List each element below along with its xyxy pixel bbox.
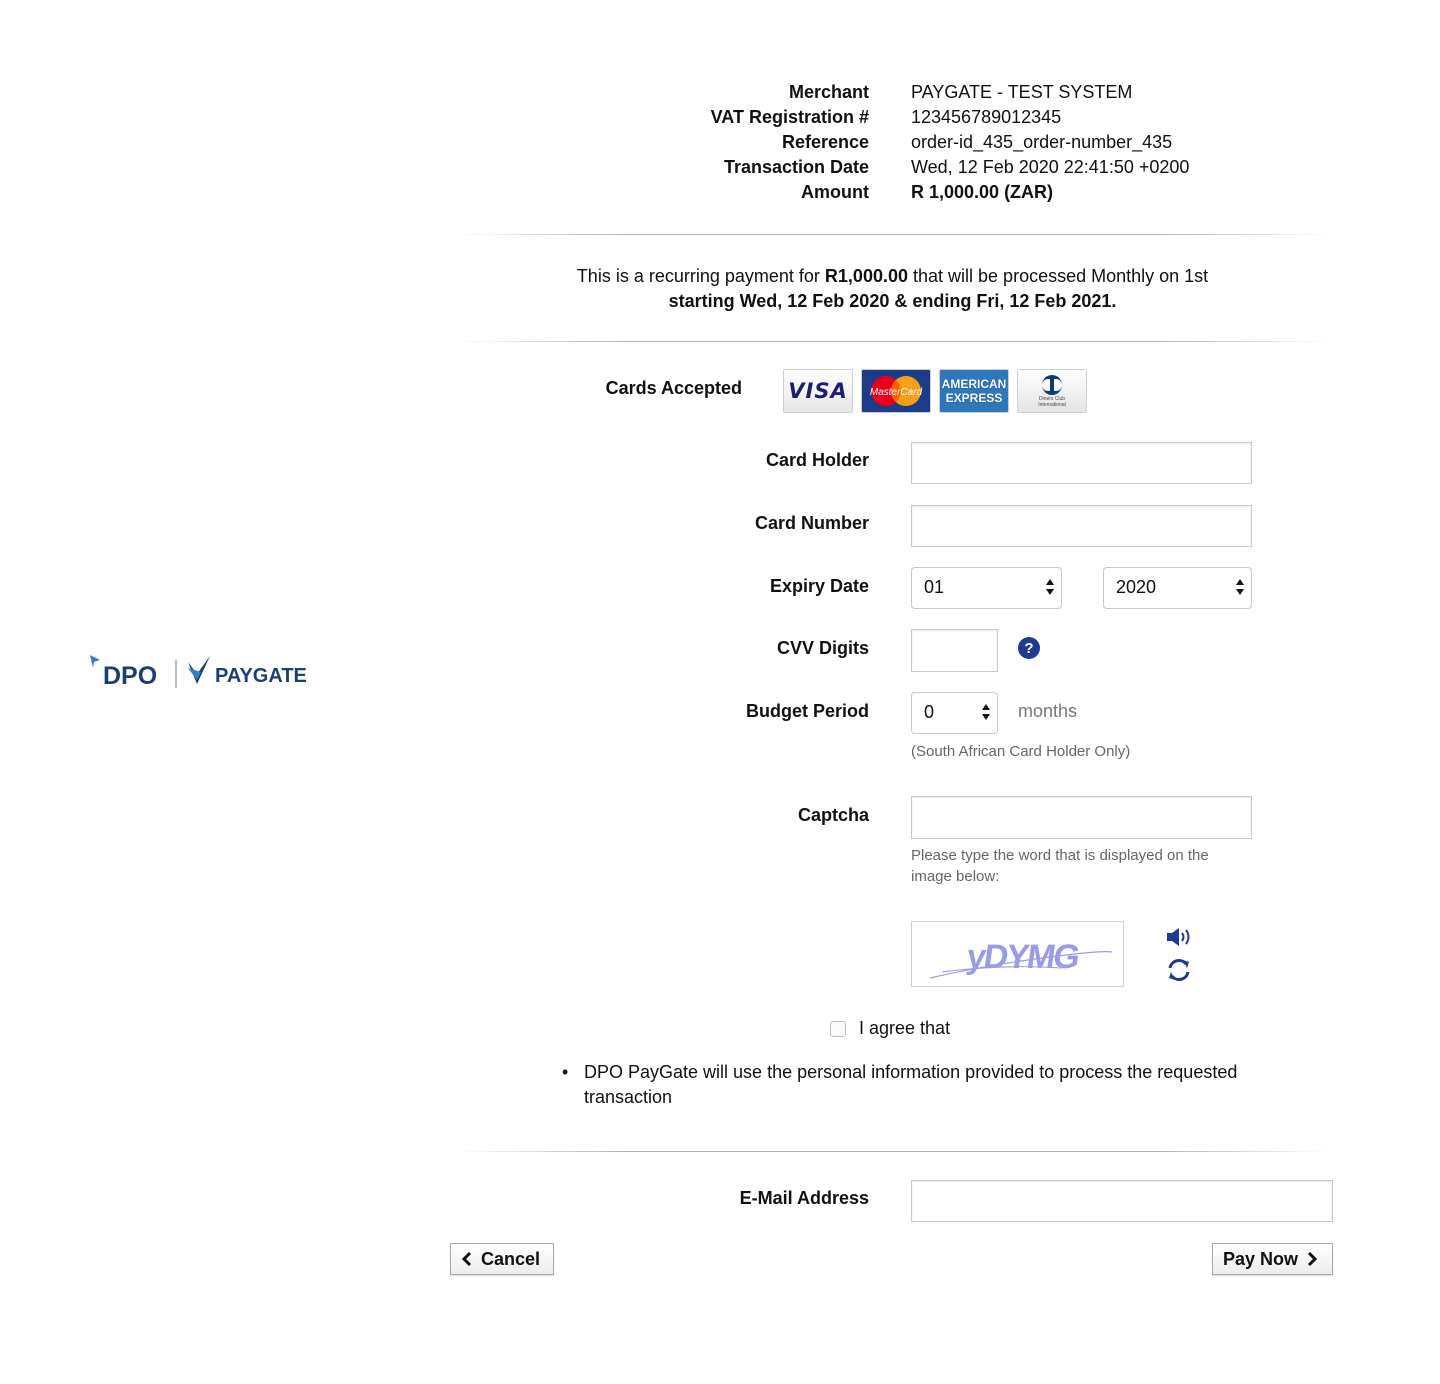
budget-unit: months bbox=[1018, 701, 1078, 721]
merchant-label: Merchant bbox=[788, 82, 869, 102]
captcha-text: yDYMG bbox=[964, 938, 1081, 976]
card-holder-input[interactable] bbox=[911, 442, 1252, 484]
select-arrows-icon bbox=[982, 704, 990, 720]
visa-card-text: VISA bbox=[788, 379, 848, 403]
budget-period-select[interactable]: 0 bbox=[911, 692, 998, 734]
captcha-input[interactable] bbox=[911, 796, 1252, 839]
pay-now-button[interactable]: Pay Now bbox=[1212, 1243, 1333, 1275]
pay-now-button-label: Pay Now bbox=[1223, 1248, 1299, 1269]
amex-line2: EXPRESS bbox=[945, 391, 1003, 405]
reference-label: Reference bbox=[781, 132, 869, 152]
budget-period-value: 0 bbox=[924, 702, 935, 722]
cancel-button[interactable]: Cancel bbox=[450, 1243, 554, 1275]
recurring-amount: R1,000.00 bbox=[824, 266, 908, 286]
amount-value: R 1,000.00 (ZAR) bbox=[911, 182, 1054, 202]
divider bbox=[455, 1151, 1330, 1152]
vat-label: VAT Registration # bbox=[710, 107, 869, 127]
card-holder-label: Card Holder bbox=[765, 450, 869, 470]
consent-list: • DPO PayGate will use the personal info… bbox=[562, 1060, 1262, 1110]
expiry-year-value: 2020 bbox=[1116, 577, 1157, 597]
budget-period-label: Budget Period bbox=[745, 701, 869, 721]
dpo-paygate-logo-icon: DPO PAYGATE bbox=[90, 655, 307, 690]
recurring-middle: that will be processed Monthly on 1st bbox=[913, 266, 1209, 286]
transaction-date-label: Transaction Date bbox=[723, 157, 869, 177]
logo-brand-left: DPO bbox=[103, 662, 157, 690]
chevron-left-icon bbox=[461, 1251, 472, 1267]
chevron-right-icon bbox=[1307, 1251, 1318, 1267]
recurring-prefix: This is a recurring payment for bbox=[576, 266, 820, 286]
divider bbox=[455, 341, 1330, 342]
transaction-date-value: Wed, 12 Feb 2020 22:41:50 +0200 bbox=[911, 157, 1190, 177]
agree-label: I agree that bbox=[859, 1018, 951, 1038]
recurring-notice: This is a recurring payment for R1,000.0… bbox=[455, 264, 1330, 314]
recurring-period: starting Wed, 12 Feb 2020 & ending Fri, … bbox=[668, 291, 1117, 311]
cvv-input[interactable] bbox=[911, 629, 998, 672]
diners-card-icon: Diners Club International bbox=[1017, 369, 1087, 413]
card-number-input[interactable] bbox=[911, 505, 1252, 547]
svg-text:?: ? bbox=[1024, 640, 1033, 657]
select-arrows-icon bbox=[1046, 579, 1054, 595]
email-input[interactable] bbox=[911, 1180, 1333, 1222]
dpo-paygate-logo: DPO PAYGATE bbox=[88, 652, 318, 692]
expiry-month-select[interactable]: 01 bbox=[911, 567, 1062, 609]
expiry-year-select[interactable]: 2020 bbox=[1103, 567, 1252, 609]
cvv-help-icon[interactable]: ? bbox=[1018, 637, 1040, 659]
captcha-label: Captcha bbox=[797, 805, 869, 825]
logo-brand-right: PAYGATE bbox=[215, 665, 307, 687]
amex-line1: AMERICAN bbox=[941, 377, 1007, 391]
reference-value: order-id_435_order-number_435 bbox=[911, 132, 1173, 152]
mastercard-card-icon: MasterCard bbox=[861, 369, 931, 413]
captcha-image: yDYMG bbox=[911, 921, 1124, 987]
consent-text: DPO PayGate will use the personal inform… bbox=[584, 1062, 1238, 1107]
email-label: E-Mail Address bbox=[739, 1188, 869, 1208]
cvv-label: CVV Digits bbox=[776, 638, 869, 658]
speaker-icon[interactable] bbox=[1166, 926, 1194, 948]
cancel-button-label: Cancel bbox=[481, 1248, 541, 1269]
select-arrows-icon bbox=[1236, 579, 1244, 595]
amount-label: Amount bbox=[801, 182, 869, 202]
list-item: • DPO PayGate will use the personal info… bbox=[562, 1060, 1262, 1110]
expiry-date-label: Expiry Date bbox=[769, 576, 869, 596]
cards-accepted-label: Cards Accepted bbox=[605, 378, 742, 398]
expiry-month-value: 01 bbox=[924, 577, 945, 597]
card-number-label: Card Number bbox=[754, 513, 869, 533]
mastercard-card-text: MasterCard bbox=[870, 387, 923, 398]
diners-card-text: Diners Club International bbox=[1038, 396, 1066, 408]
amex-card-icon: AMERICAN EXPRESS bbox=[939, 369, 1009, 413]
captcha-hint: Please type the word that is displayed o… bbox=[911, 847, 1209, 885]
merchant-value: PAYGATE - TEST SYSTEM bbox=[911, 82, 1133, 102]
budget-note: (South African Card Holder Only) bbox=[911, 743, 1131, 760]
refresh-icon[interactable] bbox=[1166, 957, 1192, 983]
divider bbox=[455, 234, 1330, 235]
vat-value: 123456789012345 bbox=[911, 107, 1062, 127]
bullet: • bbox=[562, 1062, 569, 1082]
agree-checkbox[interactable] bbox=[830, 1021, 846, 1037]
visa-card-icon: VISA bbox=[783, 369, 853, 413]
